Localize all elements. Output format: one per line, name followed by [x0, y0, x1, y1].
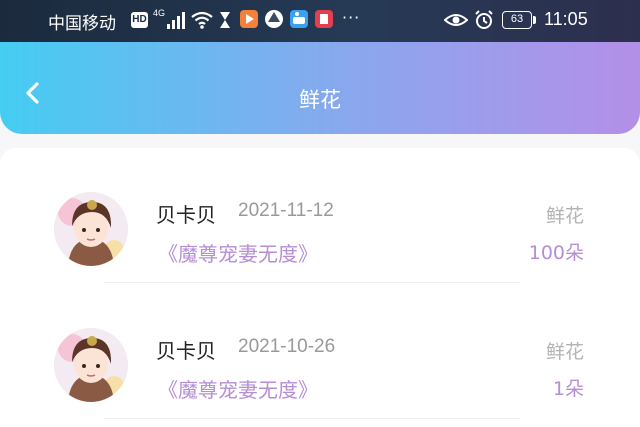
book-app-icon [315, 10, 333, 28]
divider [104, 418, 520, 419]
status-bar: 中国移动 HD 4G ··· 63 11:05 [0, 0, 640, 42]
gift-count: 1朵 [552, 378, 584, 400]
game-app-icon [290, 10, 308, 28]
gift-type: 鲜花 [545, 341, 584, 363]
record-date: 2021-10-26 [238, 336, 336, 357]
avatar[interactable] [54, 192, 128, 266]
user-name: 贝卡贝 [156, 339, 216, 363]
book-title[interactable]: 《魔尊宠妻无度》 [158, 238, 318, 267]
network-type: 4G [153, 8, 166, 18]
signal-icon [167, 12, 185, 29]
avatar[interactable] [54, 328, 128, 402]
alarm-icon [475, 10, 493, 29]
list-item[interactable]: 贝卡贝 2021-11-12 《魔尊宠妻无度》 鲜花 100朵 [0, 148, 640, 284]
hd-badge: HD [131, 12, 148, 28]
more-icon: ··· [342, 8, 361, 27]
page-title: 鲜花 [299, 88, 341, 112]
video-app-icon [240, 10, 258, 28]
flower-record-list: 贝卡贝 2021-11-12 《魔尊宠妻无度》 鲜花 100朵 贝卡贝 2021… [0, 148, 640, 427]
clock: 11:05 [544, 9, 588, 29]
battery-tip [533, 16, 536, 24]
list-item[interactable]: 贝卡贝 2021-10-26 《魔尊宠妻无度》 鲜花 1朵 [0, 284, 640, 420]
record-date: 2021-11-12 [238, 200, 334, 221]
wifi-icon [191, 11, 213, 29]
browser-app-icon [265, 10, 283, 28]
gift-count: 100朵 [528, 242, 584, 264]
carrier-name: 中国移动 [48, 14, 116, 34]
page-header: 鲜花 [0, 42, 640, 134]
battery-icon: 63 [502, 11, 532, 29]
hourglass-icon [220, 12, 230, 28]
book-title[interactable]: 《魔尊宠妻无度》 [158, 374, 318, 403]
user-name: 贝卡贝 [156, 203, 216, 227]
eye-icon [444, 14, 468, 26]
gift-type: 鲜花 [545, 205, 584, 227]
divider [104, 282, 520, 283]
